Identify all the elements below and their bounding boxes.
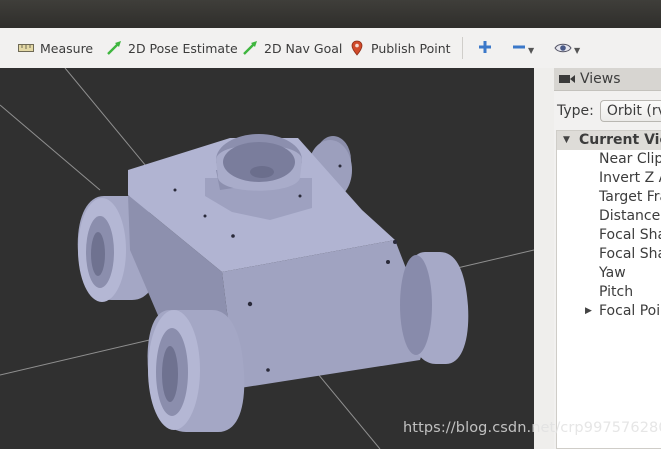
tree-item-label: Pitch [599,284,634,300]
tree-item-invert-z-axis[interactable]: Invert Z Axis [557,169,661,188]
views-panel-header[interactable]: Views [554,68,661,91]
tree-item-label: Yaw [599,265,626,281]
robot-scene [0,68,534,449]
toolbar-separator [462,37,463,59]
tree-item-yaw[interactable]: Yaw [557,264,661,283]
watermark-text: https://blog.csdn.net/crp997576280 [403,420,661,436]
tree-item-pitch[interactable]: Pitch [557,283,661,302]
remove-tool-button[interactable]: ▼ [512,28,534,68]
plus-icon [478,39,492,58]
measure-label: Measure [40,40,94,56]
view-properties-tree: ▼ Current View Near Clip Invert Z Axis T… [556,130,661,449]
publish-point-tool[interactable]: Publish Point [349,28,451,68]
nav-goal-label: 2D Nav Goal [264,40,343,56]
tree-item-label: Invert Z Axis [599,170,661,186]
nav-goal-tool[interactable]: 2D Nav Goal [242,28,342,68]
tree-item-label: Target Frame [599,189,661,205]
expand-arrow-icon[interactable]: ▼ [563,131,570,150]
eye-icon [554,39,572,58]
pose-estimate-label: 2D Pose Estimate [128,40,238,56]
camera-icon [558,72,576,86]
ruler-icon [18,40,34,56]
tree-item-focal-shape-size[interactable]: Focal Shape Size [557,226,661,245]
tree-item-label: Focal Shape Size [599,227,661,243]
publish-point-label: Publish Point [371,40,451,56]
measure-tool[interactable]: Measure [18,28,93,68]
tree-item-focal-point[interactable]: ▶ Focal Point [557,302,661,321]
view-options-button[interactable]: ▼ [554,28,580,68]
expand-arrow-icon[interactable]: ▶ [585,302,592,321]
tree-item-near-clip[interactable]: Near Clip [557,150,661,169]
minus-icon [512,39,526,58]
tree-item-label: Near Clip [599,151,661,167]
tree-item-label: Focal Shape Fixed Size [599,246,661,262]
tree-item-distance[interactable]: Distance [557,207,661,226]
toolbar: Measure 2D Pose Estimate 2D Nav Goal Pub… [0,28,661,69]
green-arrow-icon [106,40,122,56]
green-arrow-icon [242,40,258,56]
map-pin-icon [349,40,365,56]
add-tool-button[interactable] [478,28,492,68]
panel-splitter[interactable] [534,68,554,449]
chevron-down-icon: ▼ [528,45,535,55]
view-type-label: Type: [557,103,594,119]
tree-group-label: Current View [579,132,661,148]
views-panel-title: Views [580,71,621,87]
tree-group-current-view[interactable]: ▼ Current View [557,131,661,150]
3d-viewport[interactable] [0,68,534,449]
tree-item-target-frame[interactable]: Target Frame [557,188,661,207]
view-type-select[interactable]: Orbit (rv [599,100,661,122]
window-titlebar [0,0,661,28]
chevron-down-icon: ▼ [574,45,581,55]
pose-estimate-tool[interactable]: 2D Pose Estimate [106,28,238,68]
tree-item-label: Distance [599,208,661,224]
tree-item-focal-shape-fixed-size[interactable]: Focal Shape Fixed Size [557,245,661,264]
view-type-row: Type: Orbit (rv [557,100,661,122]
tree-item-label: Focal Point [599,303,661,319]
views-panel: Views Type: Orbit (rv ▼ Current View Nea… [554,68,661,449]
